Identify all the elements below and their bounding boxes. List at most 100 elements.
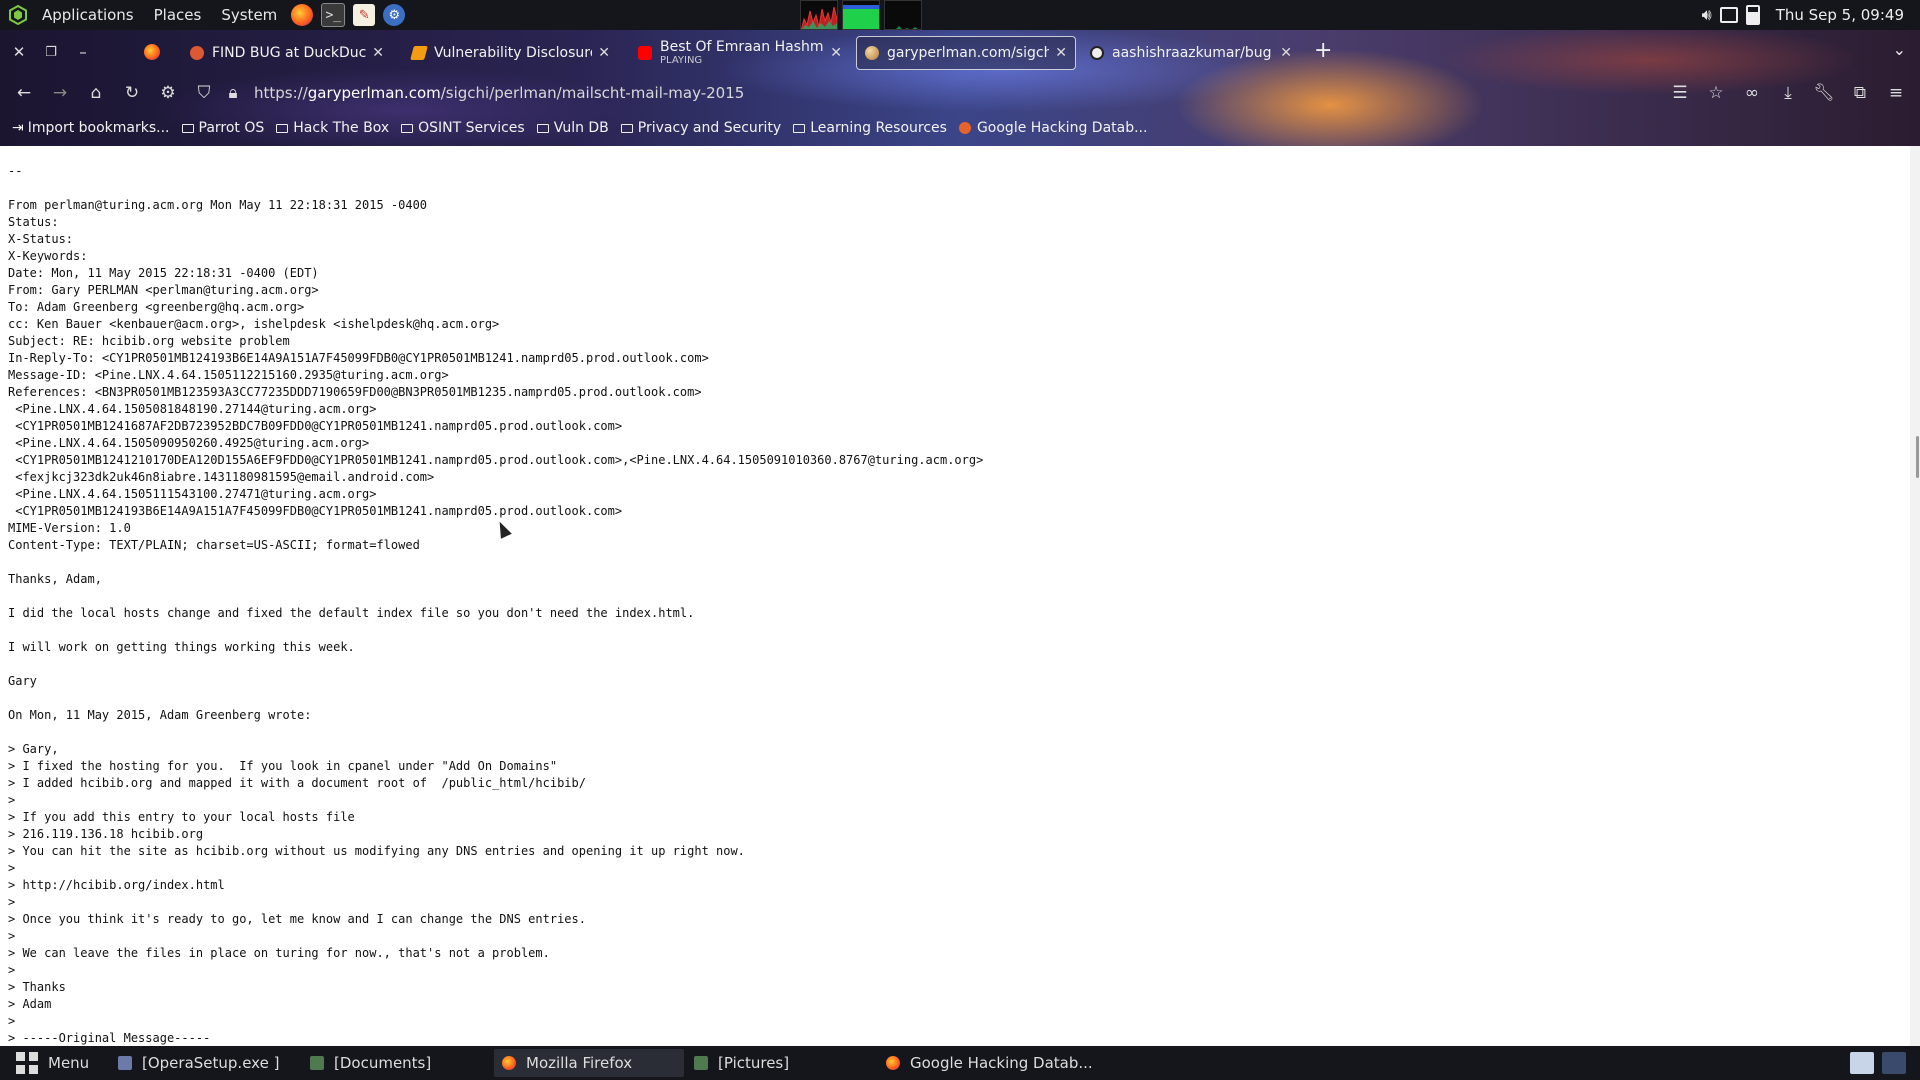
installer-icon [118, 1056, 132, 1070]
close-tab-icon[interactable]: ✕ [1280, 45, 1292, 61]
url-bar[interactable]: https://garyperlman.com/sigchi/perlman/m… [254, 84, 744, 102]
bookmarks-toolbar: ⇥ Import bookmarks... Parrot OS Hack The … [0, 114, 1920, 142]
page-scrollbar[interactable] [1910, 146, 1920, 1046]
hamburger-menu-icon[interactable]: ≡ [1878, 83, 1914, 103]
tab-garyperlman[interactable]: garyperlman.com/sigchi/ ✕ [856, 36, 1076, 70]
close-tab-icon[interactable]: ✕ [598, 45, 610, 61]
bookmark-star-icon[interactable]: ☆ [1698, 83, 1734, 103]
display-icon[interactable] [1719, 7, 1738, 23]
mail-line: <Pine.LNX.4.64.1505090950260.4925@turing… [8, 436, 370, 450]
mail-line: > Gary, [8, 742, 59, 756]
close-tab-icon[interactable]: ✕ [830, 45, 842, 61]
bookmark-folder-learning-resources[interactable]: Learning Resources [793, 120, 947, 136]
mail-line: In-Reply-To: <CY1PR0501MB124193B6E14A9A1… [8, 351, 709, 365]
mail-line: Thanks, Adam, [8, 572, 102, 586]
forward-arrow-icon[interactable]: → [42, 83, 78, 103]
home-icon[interactable]: ⌂ [78, 83, 114, 103]
list-all-tabs-chevron-down-icon[interactable]: ⌄ [1893, 40, 1906, 59]
tab-youtube-playing[interactable]: Best Of Emraan Hashmi PLAYING ✕ [630, 36, 850, 70]
bookmark-folder-parrot-os[interactable]: Parrot OS [181, 120, 264, 136]
duckduckgo-favicon-icon [190, 46, 204, 60]
mail-line: <Pine.LNX.4.64.1505081848190.27144@turin… [8, 402, 377, 416]
toolbar-extension-icon[interactable]: ⚙ [150, 83, 186, 103]
firefox-tab-icon[interactable] [144, 44, 160, 60]
mail-line: > http://hcibib.org/index.html [8, 878, 225, 892]
tab-github-bug[interactable]: aashishraazkumar/bug ✕ [1082, 36, 1300, 70]
workspace-switcher-icon[interactable] [1850, 1052, 1874, 1074]
github-favicon-icon [1090, 46, 1104, 60]
bookmark-favicon-icon [410, 46, 428, 60]
back-arrow-icon[interactable]: ← [6, 83, 42, 103]
mail-line: > [8, 793, 16, 807]
mail-line: > Once you think it's ready to go, let m… [8, 912, 586, 926]
private-mask-icon[interactable]: ∞ [1734, 83, 1770, 103]
mail-line: Message-ID: <Pine.LNX.4.64.1505112215160… [8, 368, 449, 382]
terminal-launcher-icon[interactable]: >_ [321, 3, 346, 27]
page-content: -- From perlman@turing.acm.org Mon May 11… [0, 146, 1910, 1046]
restore-window-icon[interactable]: ❐ [38, 45, 64, 60]
ghdb-favicon-icon [958, 122, 971, 134]
bookmark-folder-privacy-security[interactable]: Privacy and Security [620, 120, 781, 136]
youtube-favicon-icon [638, 46, 652, 60]
mail-archive-text: -- From perlman@turing.acm.org Mon May 11… [0, 146, 1910, 1046]
mail-line: > [8, 861, 16, 875]
lock-icon[interactable]: 🔒︎ [222, 83, 244, 103]
mail-line: <fexjkcj323dk2uk46n8iabre.1431180981595@… [8, 470, 435, 484]
mail-line: > If you add this entry to your local ho… [8, 810, 355, 824]
mail-line: > Thanks [8, 980, 66, 994]
reader-view-icon[interactable]: ☰ [1662, 83, 1698, 103]
mail-line [8, 146, 1910, 163]
task-mozilla-firefox[interactable]: Mozilla Firefox [494, 1049, 684, 1077]
downloads-icon[interactable]: ⤓ [1770, 83, 1806, 103]
taskbar: Menu [OperaSetup.exe ] [Documents] Mozil… [0, 1046, 1920, 1080]
extensions-puzzle-icon[interactable]: ⧉ [1842, 83, 1878, 103]
text-editor-launcher-icon[interactable]: ✎ [353, 4, 376, 26]
close-tab-icon[interactable]: ✕ [372, 45, 384, 61]
mail-line: To: Adam Greenberg <greenberg@hq.acm.org… [8, 300, 305, 314]
bookmark-import[interactable]: ⇥ Import bookmarks... [12, 120, 170, 136]
wrench-icon[interactable]: 🔧︎ [1806, 83, 1842, 103]
mail-line: Content-Type: TEXT/PLAIN; charset=US-ASC… [8, 538, 420, 552]
mail-line [8, 690, 1910, 707]
settings-launcher-icon[interactable]: ⚙ [383, 4, 406, 26]
clock[interactable]: Thu Sep 5, 09:49 [1776, 6, 1904, 24]
scrollbar-thumb[interactable] [1916, 436, 1919, 478]
new-tab-button[interactable]: + [1314, 38, 1332, 63]
bookmark-google-hacking-db[interactable]: Google Hacking Datab... [958, 120, 1147, 136]
close-tab-icon[interactable]: ✕ [1055, 45, 1067, 61]
cpu-monitor-icon [800, 0, 838, 30]
task-operasetup[interactable]: [OperaSetup.exe ] [110, 1049, 290, 1077]
tracking-protection-shield-icon[interactable]: ⛉ [186, 83, 222, 103]
volume-icon[interactable]: 🔊︎ [1702, 5, 1712, 25]
mail-line [8, 588, 1910, 605]
parrot-logo-icon[interactable] [8, 5, 28, 25]
minimize-window-icon[interactable]: – [70, 43, 96, 61]
mail-line: > [8, 895, 16, 909]
bookmark-folder-vuln-db[interactable]: Vuln DB [536, 120, 609, 136]
mail-line [8, 656, 1910, 673]
task-documents[interactable]: [Documents] [302, 1049, 482, 1077]
mail-line: > I added hcibib.org and mapped it with … [8, 776, 586, 790]
firefox-launcher-icon[interactable] [291, 4, 314, 26]
mail-line: I will work on getting things working th… [8, 640, 355, 654]
task-google-hacking-db[interactable]: Google Hacking Datab... [878, 1049, 1118, 1077]
bookmark-folder-osint-services[interactable]: OSINT Services [401, 120, 525, 136]
bookmark-folder-hack-the-box[interactable]: Hack The Box [276, 120, 389, 136]
reload-icon[interactable]: ↻ [114, 83, 150, 103]
close-window-icon[interactable]: ✕ [6, 43, 32, 61]
folder-icon [536, 123, 549, 133]
mail-line: <CY1PR0501MB1241210170DEA120D155A6EF9FDD… [8, 453, 984, 467]
mail-line: On Mon, 11 May 2015, Adam Greenberg wrot… [8, 708, 312, 722]
tab-duckduckgo[interactable]: FIND BUG at DuckDuckGo ✕ [182, 36, 392, 70]
mail-line: X-Status: [8, 232, 74, 246]
mail-line: > [8, 929, 16, 943]
tab-vulnerability-disclosure[interactable]: Vulnerability Disclosure P ✕ [404, 36, 618, 70]
start-menu-button[interactable]: Menu [8, 1049, 108, 1077]
mail-line: X-Keywords: [8, 249, 88, 263]
firefox-tray-icon[interactable] [1882, 1052, 1906, 1074]
applications-menu[interactable]: Applications [32, 0, 144, 30]
task-pictures[interactable]: [Pictures] [686, 1049, 866, 1077]
system-menu[interactable]: System [211, 0, 287, 30]
places-menu[interactable]: Places [144, 0, 212, 30]
battery-icon[interactable] [1745, 5, 1760, 25]
